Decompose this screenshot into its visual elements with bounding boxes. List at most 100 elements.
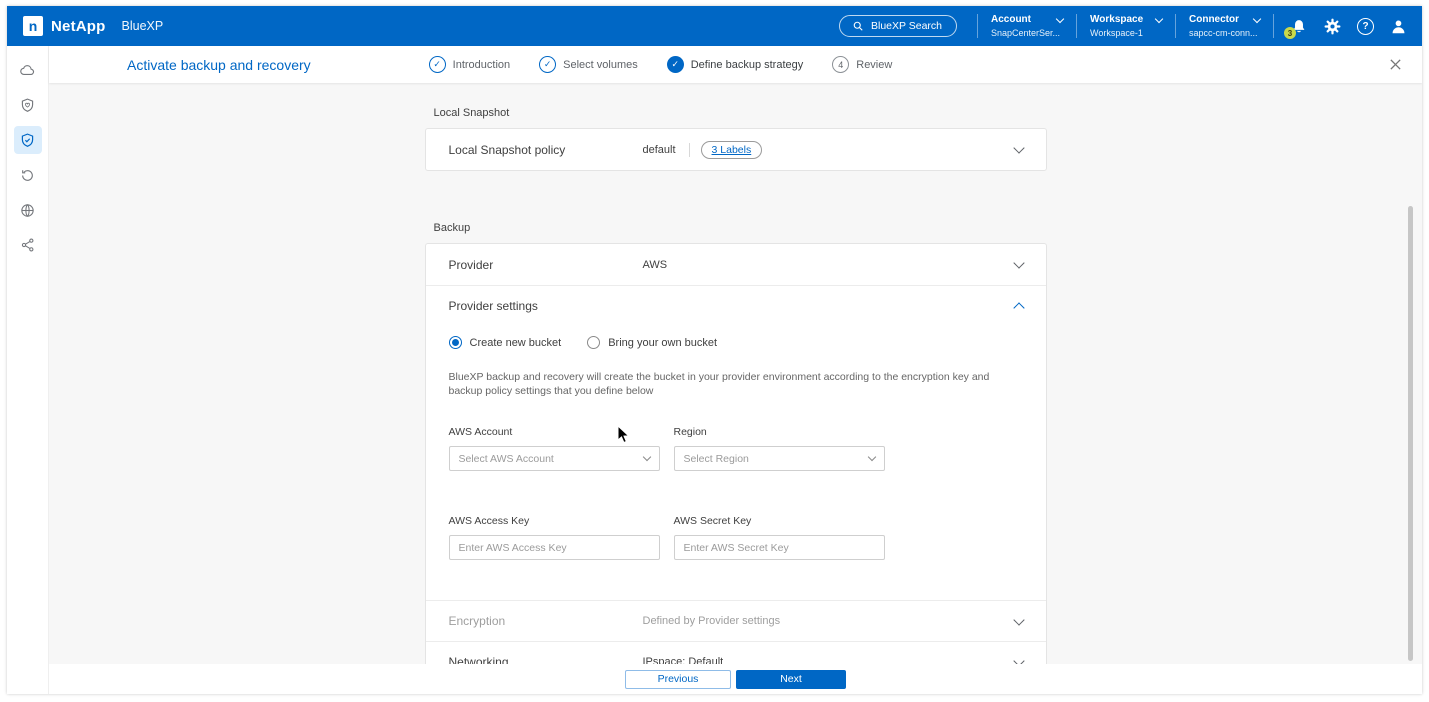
provider-settings-body: Create new bucket Bring your own bucket …: [426, 326, 1046, 600]
sidebar-item-storage[interactable]: [14, 56, 42, 84]
topbar: n NetApp BlueXP BlueXP Search Account Sn…: [7, 6, 1422, 46]
sidebar-item-protection[interactable]: [14, 126, 42, 154]
workspace-menu-label: Workspace: [1090, 14, 1143, 25]
wizard-stepper: ✓ Introduction ✓ Select volumes ✓ Define…: [429, 56, 893, 73]
backup-heading: Backup: [434, 222, 1047, 234]
provider-settings-description: BlueXP backup and recovery will create t…: [449, 370, 1023, 398]
chevron-down-icon: [1155, 14, 1163, 22]
wizard-header: Activate backup and recovery ✓ Introduct…: [49, 46, 1422, 83]
next-button[interactable]: Next: [736, 670, 846, 689]
region-label: Region: [674, 426, 885, 438]
logo-letter: n: [29, 19, 38, 33]
chevron-down-icon: [1013, 655, 1024, 664]
backup-card: Provider AWS Provider settings: [425, 243, 1047, 664]
chevron-down-icon: [1013, 257, 1024, 268]
encryption-value: Defined by Provider settings: [643, 615, 781, 627]
step-number: 4: [838, 60, 843, 70]
connector-menu-label: Connector: [1189, 14, 1239, 25]
user-button[interactable]: [1389, 17, 1408, 36]
local-snapshot-heading: Local Snapshot: [434, 107, 1047, 119]
networking-row[interactable]: Networking IPspace: Default: [426, 641, 1046, 664]
provider-value: AWS: [643, 259, 668, 271]
share-icon: [20, 237, 36, 253]
body: Activate backup and recovery ✓ Introduct…: [7, 46, 1422, 694]
networking-value: IPspace: Default: [643, 656, 724, 664]
sidebar-item-mobility[interactable]: [14, 231, 42, 259]
aws-account-select[interactable]: Select AWS Account: [449, 446, 660, 471]
local-snapshot-card: Local Snapshot policy default 3 Labels: [425, 128, 1047, 171]
provider-label: Provider: [449, 258, 643, 272]
sidebar-item-restore[interactable]: [14, 161, 42, 189]
keys-form: AWS Access Key AWS Secret Key: [449, 515, 1023, 560]
radio-create-new-label: Create new bucket: [470, 337, 562, 349]
product-name: BlueXP: [122, 19, 164, 33]
protection-shield-icon: [19, 132, 36, 149]
collapse-toggle[interactable]: [1012, 300, 1026, 312]
health-shield-icon: [19, 97, 36, 114]
radio-dot: [452, 339, 459, 346]
aws-access-key-input[interactable]: [449, 535, 660, 560]
user-icon: [1389, 17, 1408, 36]
search-input[interactable]: BlueXP Search: [839, 15, 957, 37]
check-glyph: ✓: [544, 59, 552, 70]
local-snapshot-policy-row[interactable]: Local Snapshot policy default 3 Labels: [426, 129, 1046, 170]
search-icon: [852, 20, 864, 32]
brand-name: NetApp: [51, 18, 106, 35]
step-select-volumes[interactable]: ✓ Select volumes: [539, 56, 638, 73]
left-nav: [7, 46, 49, 694]
notification-badge: 3: [1284, 27, 1296, 39]
account-menu-label: Account: [991, 14, 1031, 25]
expand-toggle[interactable]: [1012, 619, 1026, 624]
help-button[interactable]: ?: [1357, 18, 1374, 35]
connector-menu[interactable]: Connector sapcc-cm-conn...: [1175, 14, 1274, 38]
help-glyph: ?: [1362, 21, 1368, 32]
step-define-backup-strategy[interactable]: ✓ Define backup strategy: [667, 56, 804, 73]
provider-settings-label: Provider settings: [449, 299, 643, 313]
step-active-icon: ✓: [667, 56, 684, 73]
chevron-down-icon: [1013, 614, 1024, 625]
bucket-mode-radio-group: Create new bucket Bring your own bucket: [449, 336, 1023, 349]
sidebar-item-health[interactable]: [14, 91, 42, 119]
aws-secret-key-label: AWS Secret Key: [674, 515, 885, 527]
bluexp-window: n NetApp BlueXP BlueXP Search Account Sn…: [7, 6, 1422, 694]
radio-unselected-icon: [587, 336, 600, 349]
main-panel: Activate backup and recovery ✓ Introduct…: [49, 46, 1422, 694]
close-icon: [1389, 58, 1402, 71]
topbar-menus: Account SnapCenterSer... Workspace Works…: [977, 14, 1274, 38]
aws-account-field: AWS Account Select AWS Account: [449, 426, 660, 471]
step-done-icon: ✓: [429, 56, 446, 73]
radio-create-new-bucket[interactable]: Create new bucket: [449, 336, 562, 349]
radio-bring-own-label: Bring your own bucket: [608, 337, 717, 349]
step-review[interactable]: 4 Review: [832, 56, 892, 73]
workspace-menu[interactable]: Workspace Workspace-1: [1076, 14, 1175, 38]
region-select[interactable]: Select Region: [674, 446, 885, 471]
chevron-down-icon: [867, 453, 875, 461]
previous-button[interactable]: Previous: [625, 670, 731, 689]
aws-secret-key-input[interactable]: [674, 535, 885, 560]
local-snapshot-policy-label: Local Snapshot policy: [449, 143, 643, 157]
scrollbar[interactable]: [1408, 206, 1413, 661]
wizard-footer: Previous Next: [49, 664, 1422, 694]
notifications-button[interactable]: 3: [1290, 17, 1308, 35]
account-menu-value: SnapCenterSer...: [991, 28, 1063, 38]
close-button[interactable]: [1389, 58, 1402, 71]
expand-toggle[interactable]: [1012, 147, 1026, 152]
settings-button[interactable]: [1323, 17, 1342, 36]
encryption-label: Encryption: [449, 614, 643, 628]
chevron-down-icon: [1013, 142, 1024, 153]
workspace-menu-value: Workspace-1: [1090, 28, 1162, 38]
radio-bring-own-bucket[interactable]: Bring your own bucket: [587, 336, 717, 349]
sidebar-item-governance[interactable]: [14, 196, 42, 224]
aws-account-label: AWS Account: [449, 426, 660, 438]
provider-settings-row[interactable]: Provider settings: [426, 285, 1046, 326]
topbar-right: BlueXP Search Account SnapCenterSer... W…: [839, 14, 1408, 38]
encryption-row[interactable]: Encryption Defined by Provider settings: [426, 600, 1046, 641]
connector-menu-value: sapcc-cm-conn...: [1189, 28, 1260, 38]
step-introduction[interactable]: ✓ Introduction: [429, 56, 510, 73]
aws-account-placeholder: Select AWS Account: [459, 453, 554, 465]
labels-link[interactable]: 3 Labels: [701, 141, 763, 159]
account-menu[interactable]: Account SnapCenterSer...: [977, 14, 1076, 38]
expand-toggle[interactable]: [1012, 262, 1026, 267]
page-title: Activate backup and recovery: [127, 57, 311, 73]
provider-row[interactable]: Provider AWS: [426, 244, 1046, 285]
